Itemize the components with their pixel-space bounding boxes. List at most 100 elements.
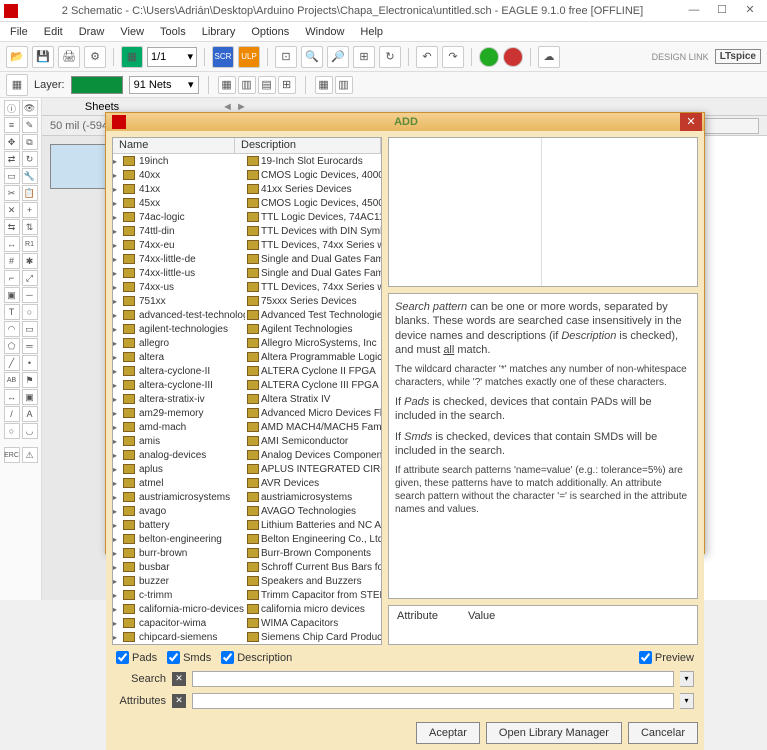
dimension-icon[interactable]: ↔ [4, 389, 20, 405]
save-icon[interactable]: 💾 [32, 46, 54, 68]
paste-icon[interactable]: 📋 [22, 185, 38, 201]
miter-icon[interactable]: ⌐ [4, 270, 20, 286]
menu-help[interactable]: Help [354, 24, 389, 40]
menu-options[interactable]: Options [245, 24, 295, 40]
smash-icon[interactable]: ✱ [22, 253, 38, 269]
attributes-dropdown[interactable]: ▾ [680, 693, 694, 709]
open-icon[interactable]: 📂 [6, 46, 28, 68]
layer-icon[interactable]: ≡ [4, 117, 20, 133]
menu-file[interactable]: File [4, 24, 34, 40]
col-name[interactable]: Name [113, 138, 235, 153]
library-row[interactable]: ▸allegroAllegro MicroSystems, Inc [113, 336, 381, 350]
move-icon[interactable]: ✥ [4, 134, 20, 150]
errors-icon[interactable]: ⚠ [22, 447, 38, 463]
library-row[interactable]: ▸avagoAVAGO Technologies [113, 504, 381, 518]
add-icon[interactable]: + [22, 202, 38, 218]
value-icon[interactable]: # [4, 253, 20, 269]
name-icon[interactable]: R1 [22, 236, 38, 252]
search-dropdown[interactable]: ▾ [680, 671, 694, 687]
stop-icon[interactable] [503, 47, 523, 67]
view-icon-2[interactable]: ▥ [238, 76, 256, 94]
library-row[interactable]: ▸40xxCMOS Logic Devices, 4000 Series [113, 168, 381, 182]
menu-tools[interactable]: Tools [154, 24, 192, 40]
menu-window[interactable]: Window [299, 24, 350, 40]
library-row[interactable]: ▸74xx-usTTL Devices, 74xx Series with US… [113, 280, 381, 294]
minimize-button[interactable]: — [681, 3, 707, 19]
view-icon-1[interactable]: ▦ [218, 76, 236, 94]
maximize-button[interactable]: ☐ [709, 3, 735, 19]
view-icon-3[interactable]: ▤ [258, 76, 276, 94]
library-row[interactable]: ▸19inch19-Inch Slot Eurocards [113, 154, 381, 168]
library-row[interactable]: ▸aplusAPLUS INTEGRATED CIRCUITS INC. [113, 462, 381, 476]
text-icon[interactable]: T [4, 304, 20, 320]
cut-icon[interactable]: ✂ [4, 185, 20, 201]
net-icon[interactable]: ╱ [4, 355, 20, 371]
library-row[interactable]: ▸altera-cyclone-IIIALTERA Cyclone III FP… [113, 378, 381, 392]
library-row[interactable]: ▸amisAMI Semiconductor [113, 434, 381, 448]
sheet-thumbnail[interactable] [50, 144, 110, 189]
circle-icon[interactable]: ○ [22, 304, 38, 320]
library-row[interactable]: ▸capacitor-wimaWIMA Capacitors [113, 616, 381, 630]
grid-icon[interactable]: ▦ [6, 74, 28, 96]
attributes-clear-button[interactable]: ✕ [172, 694, 186, 708]
pinswap-icon[interactable]: ⇆ [4, 219, 20, 235]
split-icon[interactable]: ⤢ [22, 270, 38, 286]
rotate-icon[interactable]: ↻ [22, 151, 38, 167]
arc-icon[interactable]: ◠ [4, 321, 20, 337]
library-row[interactable]: ▸74xx-euTTL Devices, 74xx Series with Eu… [113, 238, 381, 252]
col-desc[interactable]: Description [235, 138, 381, 153]
library-row[interactable]: ▸burr-brownBurr-Brown Components [113, 546, 381, 560]
attribute-icon[interactable]: ⚑ [22, 372, 38, 388]
ulp-icon[interactable]: ULP [238, 46, 260, 68]
menu-edit[interactable]: Edit [38, 24, 69, 40]
zoom-out-icon[interactable]: 🔎 [327, 46, 349, 68]
wire-icon[interactable]: ─ [22, 287, 38, 303]
delete-icon[interactable]: ✕ [4, 202, 20, 218]
view-icon-4[interactable]: ⊞ [278, 76, 296, 94]
check-description[interactable]: Description [221, 651, 292, 664]
menu-view[interactable]: View [114, 24, 150, 40]
go-icon[interactable] [479, 47, 499, 67]
library-row[interactable]: ▸austriamicrosystemsaustriamicrosystems [113, 490, 381, 504]
search-input[interactable] [192, 671, 674, 687]
library-row[interactable]: ▸belton-engineeringBelton Engineering Co… [113, 532, 381, 546]
library-row[interactable]: ▸74xx-little-usSingle and Dual Gates Fam… [113, 266, 381, 280]
view-icon-5[interactable]: ▦ [315, 76, 333, 94]
library-row[interactable]: ▸amd-machAMD MACH4/MACH5 Family (Vantis) [113, 420, 381, 434]
design-link-label[interactable]: DESIGN LINK [652, 52, 709, 62]
library-manager-button[interactable]: Open Library Manager [486, 722, 622, 744]
layer-swatch[interactable] [71, 76, 123, 94]
library-row[interactable]: ▸buzzerSpeakers and Buzzers [113, 574, 381, 588]
dialog-close-button[interactable]: ✕ [680, 113, 702, 131]
change-icon[interactable]: 🔧 [22, 168, 38, 184]
invoke-icon[interactable]: ▣ [4, 287, 20, 303]
check-preview[interactable]: Preview [639, 651, 694, 664]
poly-icon[interactable]: ⬠ [4, 338, 20, 354]
script-icon[interactable]: SCR [212, 46, 234, 68]
cloud-icon[interactable]: ☁ [538, 46, 560, 68]
menu-draw[interactable]: Draw [73, 24, 111, 40]
library-row[interactable]: ▸45xxCMOS Logic Devices, 4500 Series [113, 196, 381, 210]
mark-icon[interactable]: ✎ [22, 117, 38, 133]
label-icon[interactable]: AB [4, 372, 20, 388]
library-row[interactable]: ▸agilent-technologiesAgilent Technologie… [113, 322, 381, 336]
text2-icon[interactable]: A [22, 406, 38, 422]
module-icon[interactable]: ▣ [22, 389, 38, 405]
gateswap-icon[interactable]: ⇅ [22, 219, 38, 235]
print-icon[interactable]: 🖨 [58, 46, 80, 68]
rect-icon[interactable]: ▭ [22, 321, 38, 337]
zoom-field[interactable]: 1/1▾ [147, 47, 197, 67]
mirror-icon[interactable]: ⇄ [4, 151, 20, 167]
library-row[interactable]: ▸74ac-logicTTL Logic Devices, 74AC11xx a… [113, 210, 381, 224]
attributes-input[interactable] [192, 693, 674, 709]
library-row[interactable]: ▸alteraAltera Programmable Logic Devices [113, 350, 381, 364]
library-row[interactable]: ▸41xx41xx Series Devices [113, 182, 381, 196]
junction-icon[interactable]: • [22, 355, 38, 371]
undo-icon[interactable]: ↶ [416, 46, 438, 68]
check-pads[interactable]: Pads [116, 651, 157, 664]
library-list-rows[interactable]: ▸19inch19-Inch Slot Eurocards▸40xxCMOS L… [113, 154, 381, 644]
library-row[interactable]: ▸74ttl-dinTTL Devices with DIN Symbols [113, 224, 381, 238]
replace-icon[interactable]: ↔ [4, 236, 20, 252]
info-icon[interactable]: ⓘ [4, 100, 20, 116]
close-button[interactable]: ✕ [737, 3, 763, 19]
